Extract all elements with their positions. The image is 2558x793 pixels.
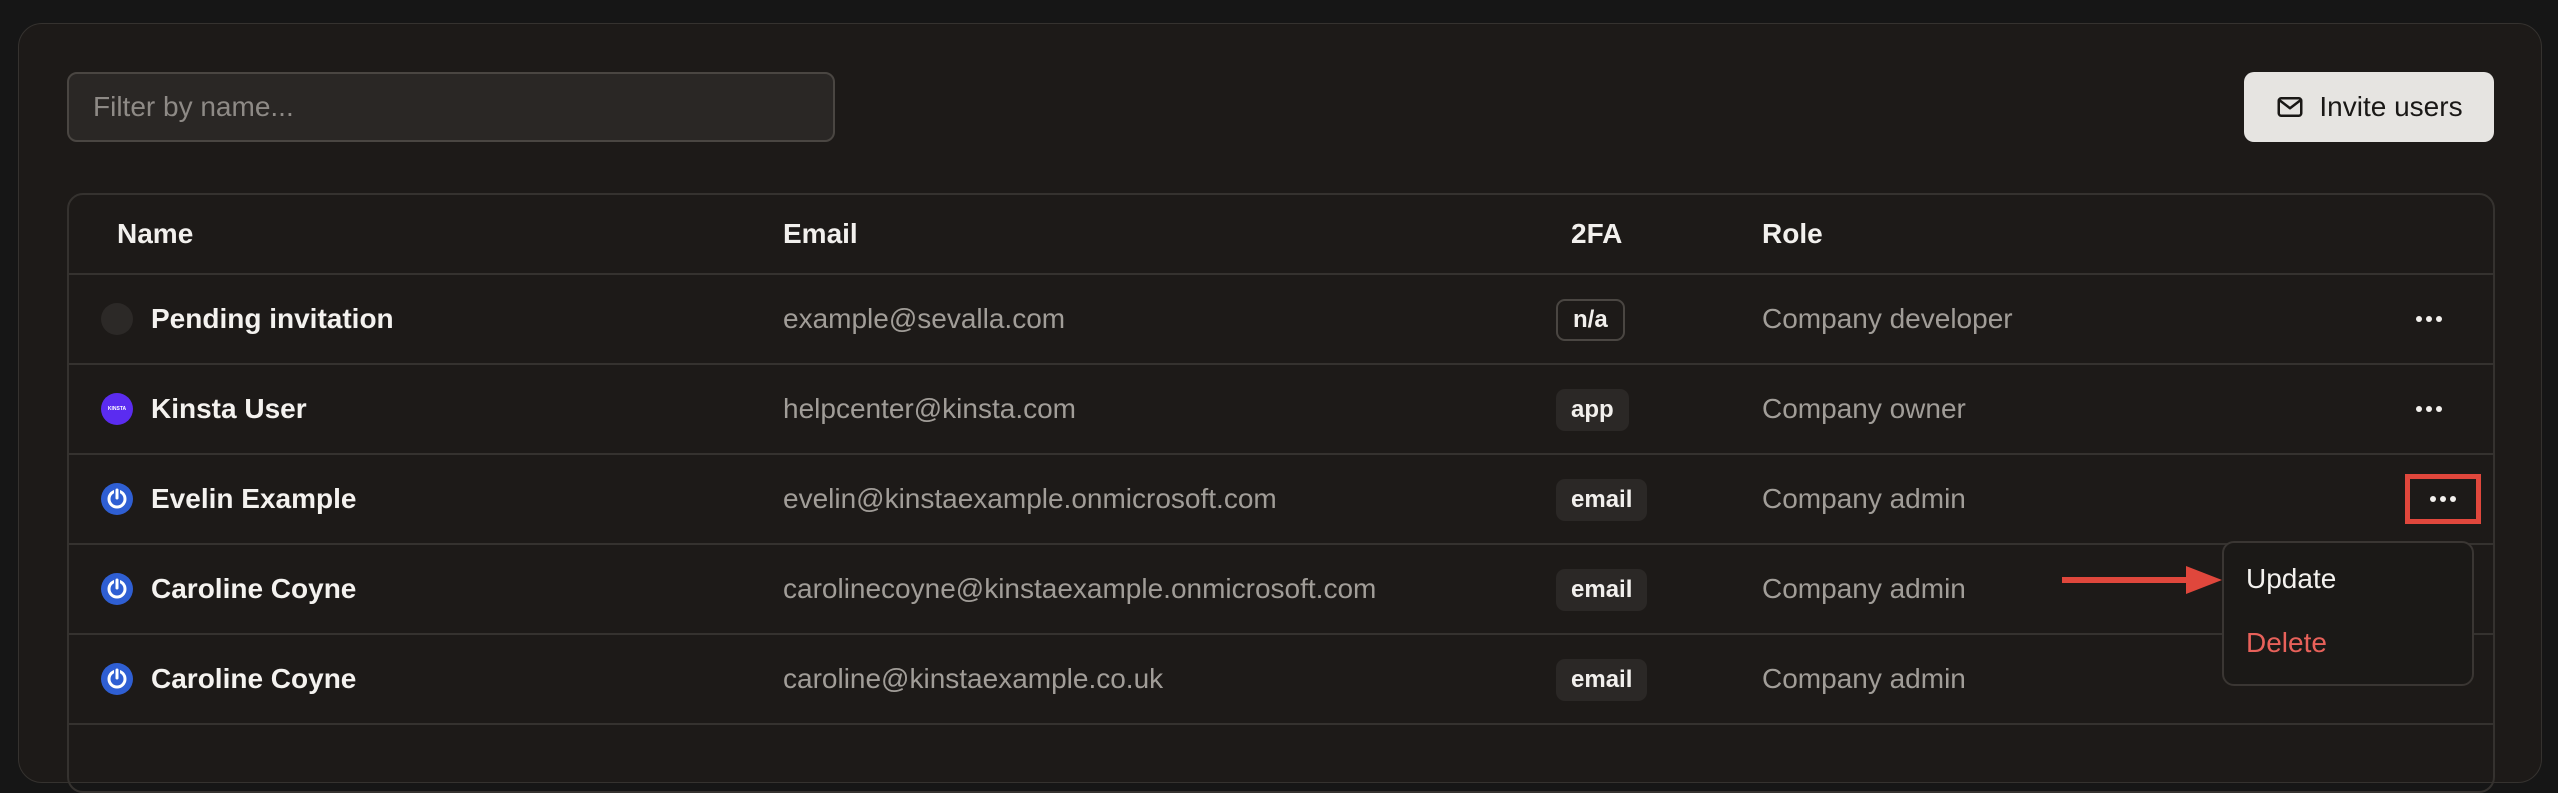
twofa-badge: email [1556,479,1648,521]
avatar [101,483,133,515]
column-header-2fa[interactable]: 2FA [1571,195,1622,273]
table-row: Evelin Example evelin@kinstaexample.onmi… [69,455,2493,545]
twofa-badge: app [1556,389,1629,431]
twofa-badge: email [1556,659,1648,701]
more-options-button-highlighted[interactable] [2405,474,2481,524]
column-header-name[interactable]: Name [117,195,193,273]
twofa-badge: email [1556,569,1648,611]
user-email: carolinecoyne@kinstaexample.onmicrosoft.… [783,573,1377,604]
column-header-email[interactable]: Email [783,195,858,273]
invite-users-button[interactable]: Invite users [2244,72,2494,142]
annotation-arrow-icon [2062,566,2222,594]
power-icon [107,578,127,599]
user-email: caroline@kinstaexample.co.uk [783,663,1164,694]
user-email: helpcenter@kinsta.com [783,393,1077,424]
user-name: Caroline Coyne [151,573,357,604]
avatar [101,663,133,695]
twofa-badge: n/a [1556,299,1625,341]
kinsta-logo-text: KINSTA [107,406,127,412]
user-role: Company owner [1762,393,1966,424]
user-role: Company developer [1762,303,2013,334]
users-table: Name Email 2FA Role Pending invitation e… [67,193,2495,793]
user-role: Company admin [1762,573,1966,604]
user-email: evelin@kinstaexample.onmicrosoft.com [783,483,1277,514]
column-header-role[interactable]: Role [1762,195,1823,273]
update-menu-item[interactable]: Update [2246,563,2336,595]
filter-by-name-input[interactable] [67,72,835,142]
more-options-button[interactable] [2411,391,2447,427]
table-row: Pending invitation example@sevalla.com n… [69,275,2493,365]
row-actions-menu: Update Delete [2222,541,2474,686]
user-name: Pending invitation [151,303,394,334]
more-options-button[interactable] [2411,301,2447,337]
avatar [101,303,133,335]
avatar: KINSTA [101,393,133,425]
user-name: Kinsta User [151,393,307,424]
user-name: Evelin Example [151,483,357,514]
mail-icon [2277,97,2303,117]
table-row: KINSTA Kinsta User helpcenter@kinsta.com… [69,365,2493,455]
power-icon [107,668,127,689]
power-icon [107,488,127,509]
avatar [101,573,133,605]
user-name: Caroline Coyne [151,663,357,694]
user-role: Company admin [1762,483,1966,514]
user-role: Company admin [1762,663,1966,694]
table-row: Caroline Coyne caroline@kinstaexample.co… [69,635,2493,725]
delete-menu-item[interactable]: Delete [2246,627,2327,659]
table-header: Name Email 2FA Role [69,195,2493,275]
invite-users-label: Invite users [2319,91,2463,122]
user-email: example@sevalla.com [783,303,1066,334]
